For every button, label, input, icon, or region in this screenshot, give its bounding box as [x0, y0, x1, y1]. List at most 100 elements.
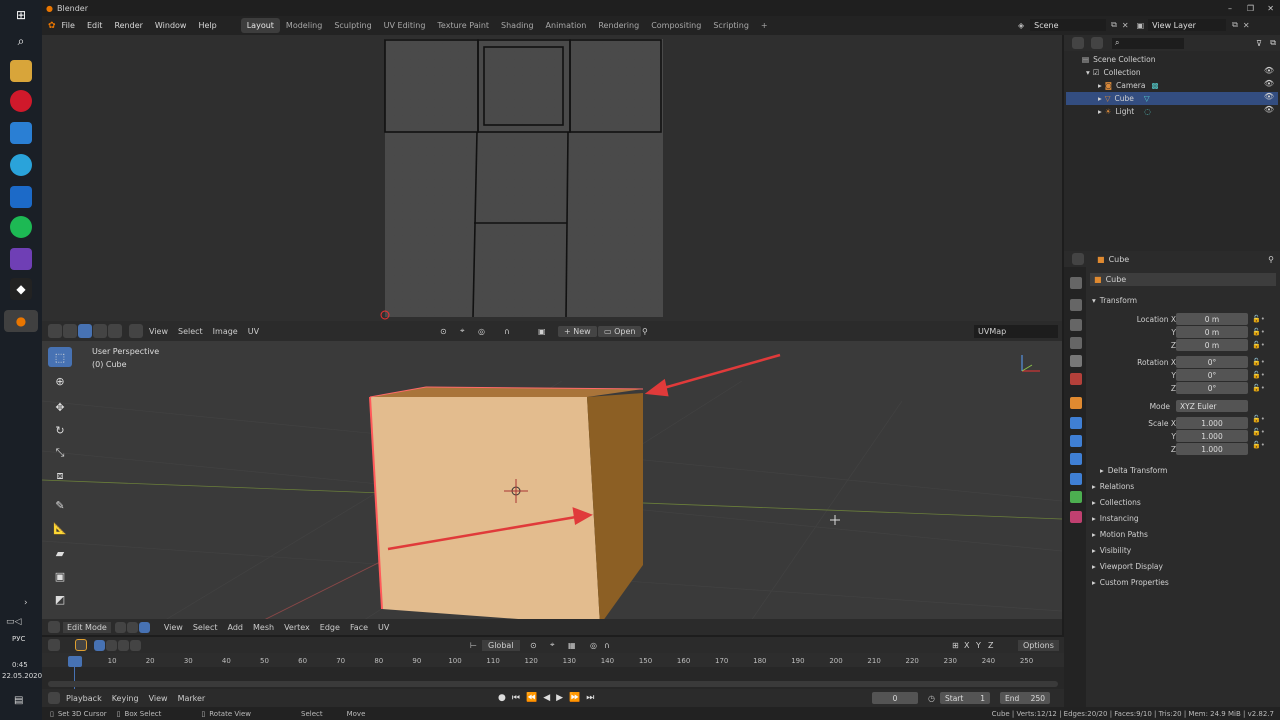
bevel-tool-icon[interactable]: ◩ — [48, 589, 72, 609]
3d-viewport[interactable]: User Perspective (0) Cube ⬚ ⊕ ✥ ↻ ⤡ ⧈ ✎ … — [42, 341, 1062, 634]
scale-tool-icon[interactable]: ⤡ — [48, 443, 72, 463]
active-tool-icon[interactable] — [75, 639, 87, 651]
collapse-icon[interactable]: ▸ — [1098, 94, 1102, 103]
transform-panel-header[interactable]: ▾ Transform — [1092, 294, 1137, 307]
pivot-point-icon[interactable]: ⊙ — [530, 641, 537, 650]
tl-menu-view[interactable]: View — [144, 694, 173, 703]
relations-panel[interactable]: ▸ Relations — [1092, 480, 1134, 493]
custom-properties-panel[interactable]: ▸ Custom Properties — [1092, 576, 1169, 589]
expand-icon[interactable]: ▾ — [1092, 296, 1096, 305]
tab-scripting[interactable]: Scripting — [707, 18, 755, 33]
location-y-field[interactable]: 0 m — [1176, 326, 1248, 338]
menu-window[interactable]: Window — [149, 21, 193, 30]
new-scene-icon[interactable]: ⧉ — [1111, 20, 1117, 30]
vp-menu-add[interactable]: Add — [223, 623, 249, 632]
properties-editor[interactable]: ■ Cube ⚲ ■ Cube ▾ Transform Location X 0 m… — [1064, 251, 1280, 708]
pin-icon[interactable]: ⚲ — [642, 327, 648, 336]
modifier-tab-icon[interactable] — [1070, 417, 1082, 429]
face-select-icon[interactable] — [108, 324, 122, 338]
mirror-y[interactable]: Y — [976, 641, 981, 650]
visual-studio-icon[interactable] — [10, 248, 32, 270]
collapse-icon[interactable]: ▸ — [1092, 498, 1096, 507]
search-icon[interactable]: ⌕ — [10, 30, 32, 52]
new-image-button[interactable]: + New — [558, 325, 597, 337]
menu-file[interactable]: File — [56, 21, 81, 30]
invert-selection-icon[interactable] — [130, 639, 141, 651]
lock-icon[interactable]: 🔓• — [1252, 439, 1272, 452]
data-tab-icon[interactable] — [1070, 491, 1082, 503]
subtract-selection-icon[interactable] — [118, 639, 129, 651]
uv-grid[interactable] — [42, 35, 1062, 321]
unity-icon[interactable]: ◆ — [10, 278, 32, 300]
tab-uv-editing[interactable]: UV Editing — [378, 18, 432, 33]
instancing-panel[interactable]: ▸ Instancing — [1092, 512, 1139, 525]
transform-tool-icon[interactable]: ⧈ — [48, 466, 72, 486]
timeline-editor-icon[interactable] — [48, 692, 60, 704]
collections-panel[interactable]: ▸ Collections — [1092, 496, 1141, 509]
rotation-z-field[interactable]: 0° — [1176, 382, 1248, 394]
lock-icon[interactable]: 🔓• — [1252, 382, 1272, 395]
timeline-area[interactable]: 0102030405060708090100110120130140150160… — [42, 653, 1064, 693]
material-tab-icon[interactable] — [1070, 511, 1082, 523]
visibility-eye-icon[interactable]: 👁 — [1264, 66, 1274, 75]
annotate-tool-icon[interactable]: ✎ — [48, 495, 72, 515]
scale-x-field[interactable]: 1.000 — [1176, 417, 1248, 429]
tab-rendering[interactable]: Rendering — [592, 18, 645, 33]
constraints-tab-icon[interactable] — [1070, 473, 1082, 485]
notification-icon[interactable]: ▤ — [14, 695, 23, 706]
tool-settings-icon[interactable] — [48, 639, 60, 651]
menu-help[interactable]: Help — [192, 21, 222, 30]
outliner-editor-icon[interactable] — [1072, 37, 1084, 49]
tab-compositing[interactable]: Compositing — [645, 18, 707, 33]
current-frame-field[interactable]: 0 — [872, 692, 918, 704]
world-tab-icon[interactable] — [1070, 373, 1082, 385]
lock-icon[interactable]: 🔓• — [1252, 413, 1272, 426]
tl-menu-playback[interactable]: Playback — [61, 694, 107, 703]
new-selection-icon[interactable] — [94, 639, 105, 651]
render-tab-icon[interactable] — [1070, 299, 1082, 311]
motion-paths-panel[interactable]: ▸ Motion Paths — [1092, 528, 1148, 541]
uv-menu-image[interactable]: Image — [208, 327, 243, 336]
edge-select-icon[interactable] — [93, 324, 107, 338]
vertex-mode-icon[interactable] — [114, 621, 126, 633]
falloff-icon[interactable]: ∩ — [504, 327, 510, 336]
vp-menu-edge[interactable]: Edge — [315, 623, 345, 632]
outliner-search-input[interactable]: ⌕ — [1112, 37, 1184, 49]
uv-menu-uv[interactable]: UV — [243, 327, 264, 336]
editor-type-icon[interactable] — [48, 324, 62, 338]
outliner-item-camera[interactable]: ▸ ◙ Camera ▩ — [1098, 79, 1159, 92]
end-frame-field[interactable]: End 250 — [1000, 692, 1050, 704]
location-z-field[interactable]: 0 m — [1176, 339, 1248, 351]
outliner-item-cube[interactable]: ▸ ▽ Cube ▽ — [1098, 92, 1150, 105]
vp-menu-view[interactable]: View — [159, 623, 188, 632]
pin-icon[interactable]: ⚲ — [1268, 255, 1274, 264]
viewport-scene[interactable] — [42, 341, 1062, 634]
vp-menu-uv[interactable]: UV — [373, 623, 394, 632]
snap-target-icon[interactable]: ▦ — [568, 641, 576, 650]
move-tool-icon[interactable]: ✥ — [48, 397, 72, 417]
file-explorer-icon[interactable] — [10, 60, 32, 82]
prev-keyframe-icon[interactable]: ⏪ — [526, 693, 537, 703]
language-indicator[interactable]: РУС — [12, 635, 25, 643]
location-x-field[interactable]: 0 m — [1176, 313, 1248, 325]
visibility-eye-icon[interactable]: 👁 — [1264, 79, 1274, 88]
menu-render[interactable]: Render — [108, 21, 148, 30]
properties-editor-icon[interactable] — [1072, 253, 1084, 265]
collapse-icon[interactable]: ▸ — [1092, 530, 1096, 539]
lock-icon[interactable]: 🔓• — [1252, 313, 1272, 326]
rotation-mode-dropdown[interactable]: XYZ Euler — [1176, 400, 1248, 412]
lock-icon[interactable]: 🔓• — [1252, 426, 1272, 439]
uv-menu-view[interactable]: View — [144, 327, 173, 336]
particles-tab-icon[interactable] — [1070, 435, 1082, 447]
checkbox-icon[interactable]: ☑ — [1093, 68, 1100, 77]
visibility-eye-icon[interactable]: 👁 — [1264, 105, 1274, 114]
sticky-select-icon[interactable] — [129, 324, 143, 338]
mirror-icon[interactable]: ⊞ — [952, 641, 959, 650]
pivot-icon[interactable]: ⊙ — [440, 327, 447, 336]
view-layer-icon[interactable]: ▣ — [1137, 21, 1145, 30]
scene-field[interactable]: Scene — [1030, 19, 1107, 31]
scale-y-field[interactable]: 1.000 — [1176, 430, 1248, 442]
scale-z-field[interactable]: 1.000 — [1176, 443, 1248, 455]
proportional-falloff-icon[interactable]: ∩ — [604, 641, 610, 650]
options-dropdown[interactable]: Options — [1018, 639, 1059, 651]
